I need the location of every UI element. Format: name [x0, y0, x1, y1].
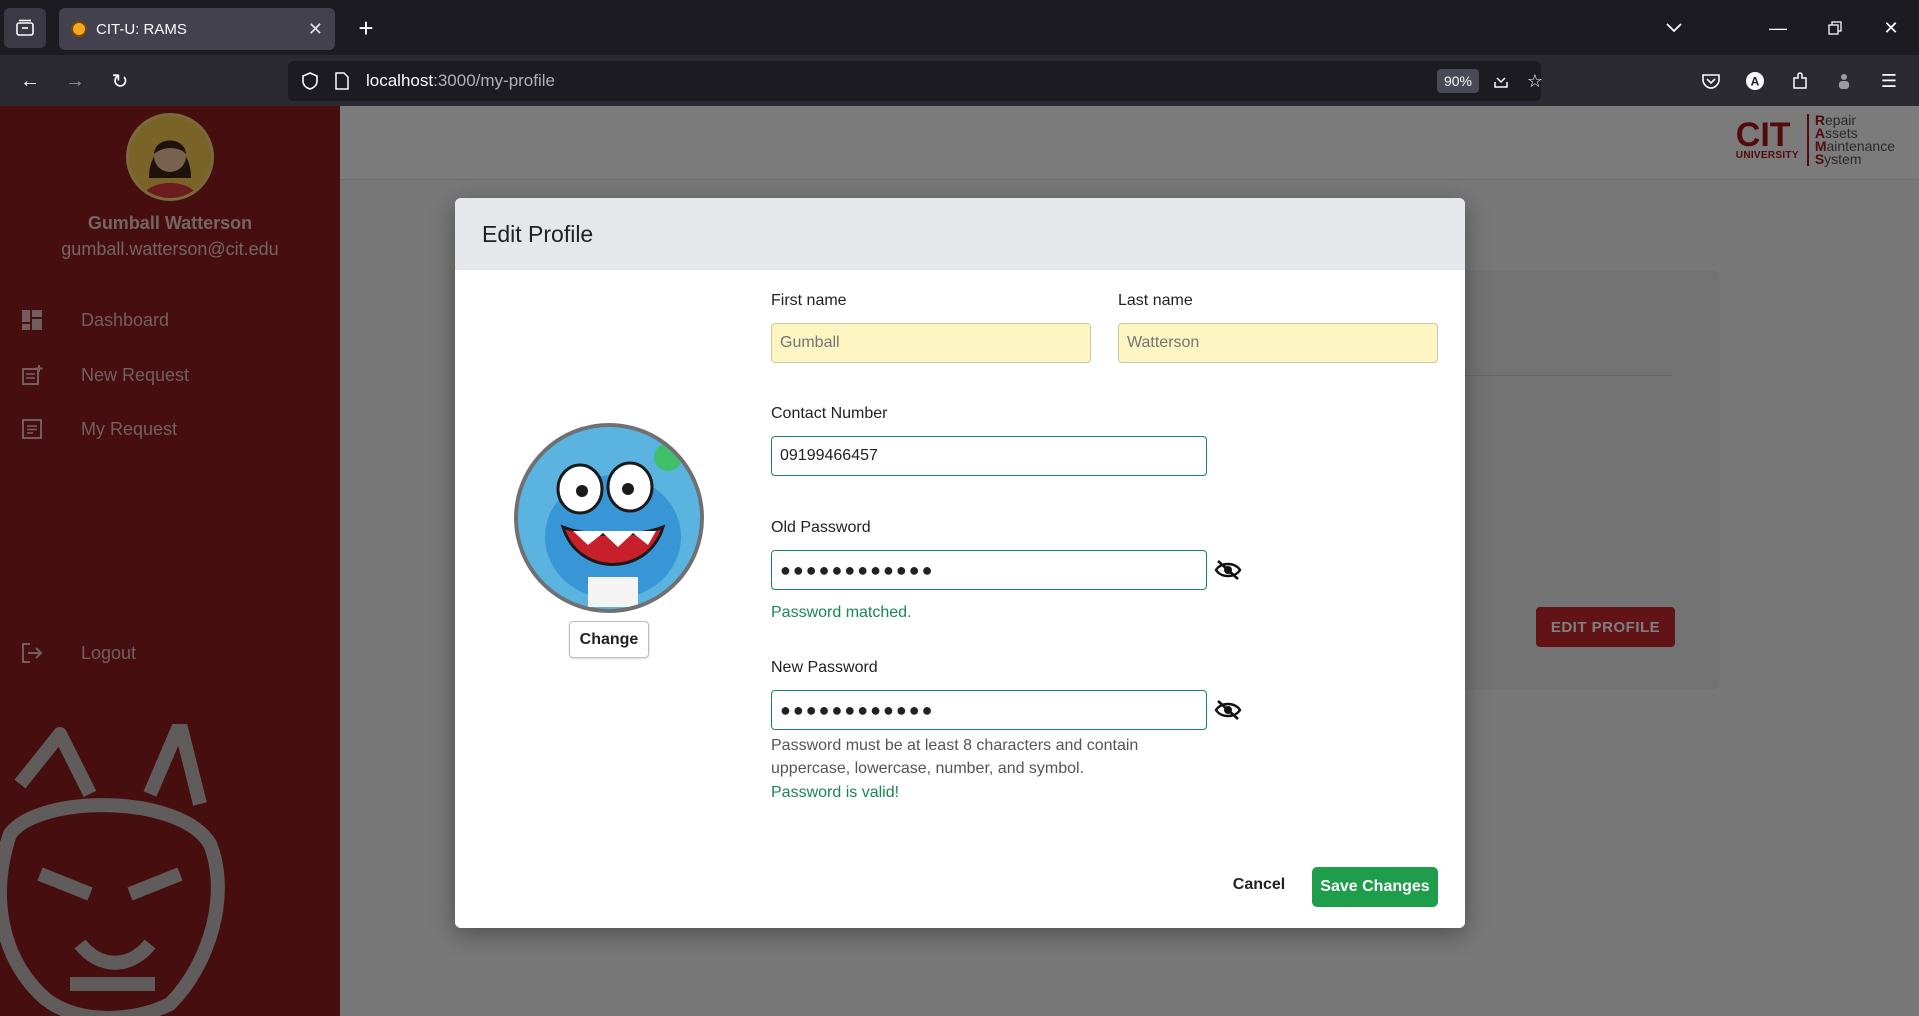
- menu-icon[interactable]: ☰: [1873, 65, 1905, 97]
- change-photo-button[interactable]: Change: [569, 621, 649, 658]
- old-password-status: Password matched.: [771, 604, 912, 621]
- url-text: localhost:3000/my-profile: [366, 71, 555, 90]
- contact-number-label: Contact Number: [771, 405, 888, 422]
- svg-text:A: A: [1751, 75, 1760, 89]
- pocket-icon[interactable]: [1695, 65, 1727, 97]
- modal-body: Change First name Last name Contact Numb…: [455, 270, 1465, 928]
- old-password-field[interactable]: [771, 550, 1207, 590]
- browser-tab-bar: CIT-U: RAMS ✕ + — ✕: [0, 0, 1919, 55]
- modal-title: Edit Profile: [482, 220, 594, 247]
- bookmark-star-icon[interactable]: ☆: [1521, 67, 1549, 95]
- close-tab-icon[interactable]: ✕: [308, 19, 323, 40]
- page-content: Gumball Watterson gumball.watterson@cit.…: [0, 106, 1919, 1016]
- cancel-button[interactable]: Cancel: [1225, 868, 1293, 902]
- page-icon[interactable]: [328, 67, 356, 95]
- last-name-field[interactable]: [1118, 323, 1438, 363]
- password-requirements-hint: Password must be at least 8 characters a…: [771, 737, 1139, 777]
- account-icon[interactable]: A: [1739, 65, 1771, 97]
- browser-nav-bar: ← → ↻ localhost:3000/my-profile 90% ☆ A …: [0, 55, 1919, 106]
- tab-title: CIT-U: RAMS: [96, 20, 187, 38]
- new-password-field[interactable]: [771, 690, 1207, 730]
- profile-photo: [514, 423, 704, 613]
- first-name-field[interactable]: [771, 323, 1091, 363]
- minimize-icon[interactable]: —: [1760, 10, 1796, 46]
- new-password-label: New Password: [771, 659, 878, 676]
- old-password-label: Old Password: [771, 519, 871, 536]
- tab-list-button[interactable]: [4, 8, 46, 48]
- downloads-icon[interactable]: [1487, 67, 1515, 95]
- save-changes-button[interactable]: Save Changes: [1312, 867, 1438, 907]
- back-icon[interactable]: ←: [12, 63, 48, 99]
- toggle-new-password-eye-slash-icon[interactable]: [1213, 695, 1243, 725]
- zoom-level[interactable]: 90%: [1436, 69, 1479, 93]
- extensions-icon[interactable]: [1784, 65, 1816, 97]
- forward-icon[interactable]: →: [57, 63, 93, 99]
- list-all-tabs-icon[interactable]: [1656, 10, 1692, 46]
- close-window-icon[interactable]: ✕: [1873, 10, 1909, 46]
- first-name-label: First name: [771, 292, 847, 309]
- reload-icon[interactable]: ↻: [102, 63, 138, 99]
- modal-header: Edit Profile: [455, 198, 1465, 270]
- shield-icon[interactable]: [296, 67, 324, 95]
- toggle-old-password-eye-slash-icon[interactable]: [1213, 555, 1243, 585]
- favicon-icon: [71, 21, 87, 37]
- restore-icon[interactable]: [1817, 10, 1853, 46]
- edit-profile-modal: Edit Profile Change First name Gumball L…: [455, 198, 1465, 928]
- url-bar[interactable]: localhost:3000/my-profile 90% ☆: [288, 61, 1543, 101]
- extension-user-icon[interactable]: [1828, 65, 1860, 97]
- contact-number-field[interactable]: [771, 436, 1207, 476]
- new-password-status: Password is valid!: [771, 784, 900, 801]
- browser-tab-active[interactable]: CIT-U: RAMS ✕: [59, 8, 335, 50]
- last-name-label: Last name: [1118, 292, 1193, 309]
- new-tab-icon[interactable]: +: [350, 12, 382, 44]
- tab-list-icon: [16, 19, 34, 36]
